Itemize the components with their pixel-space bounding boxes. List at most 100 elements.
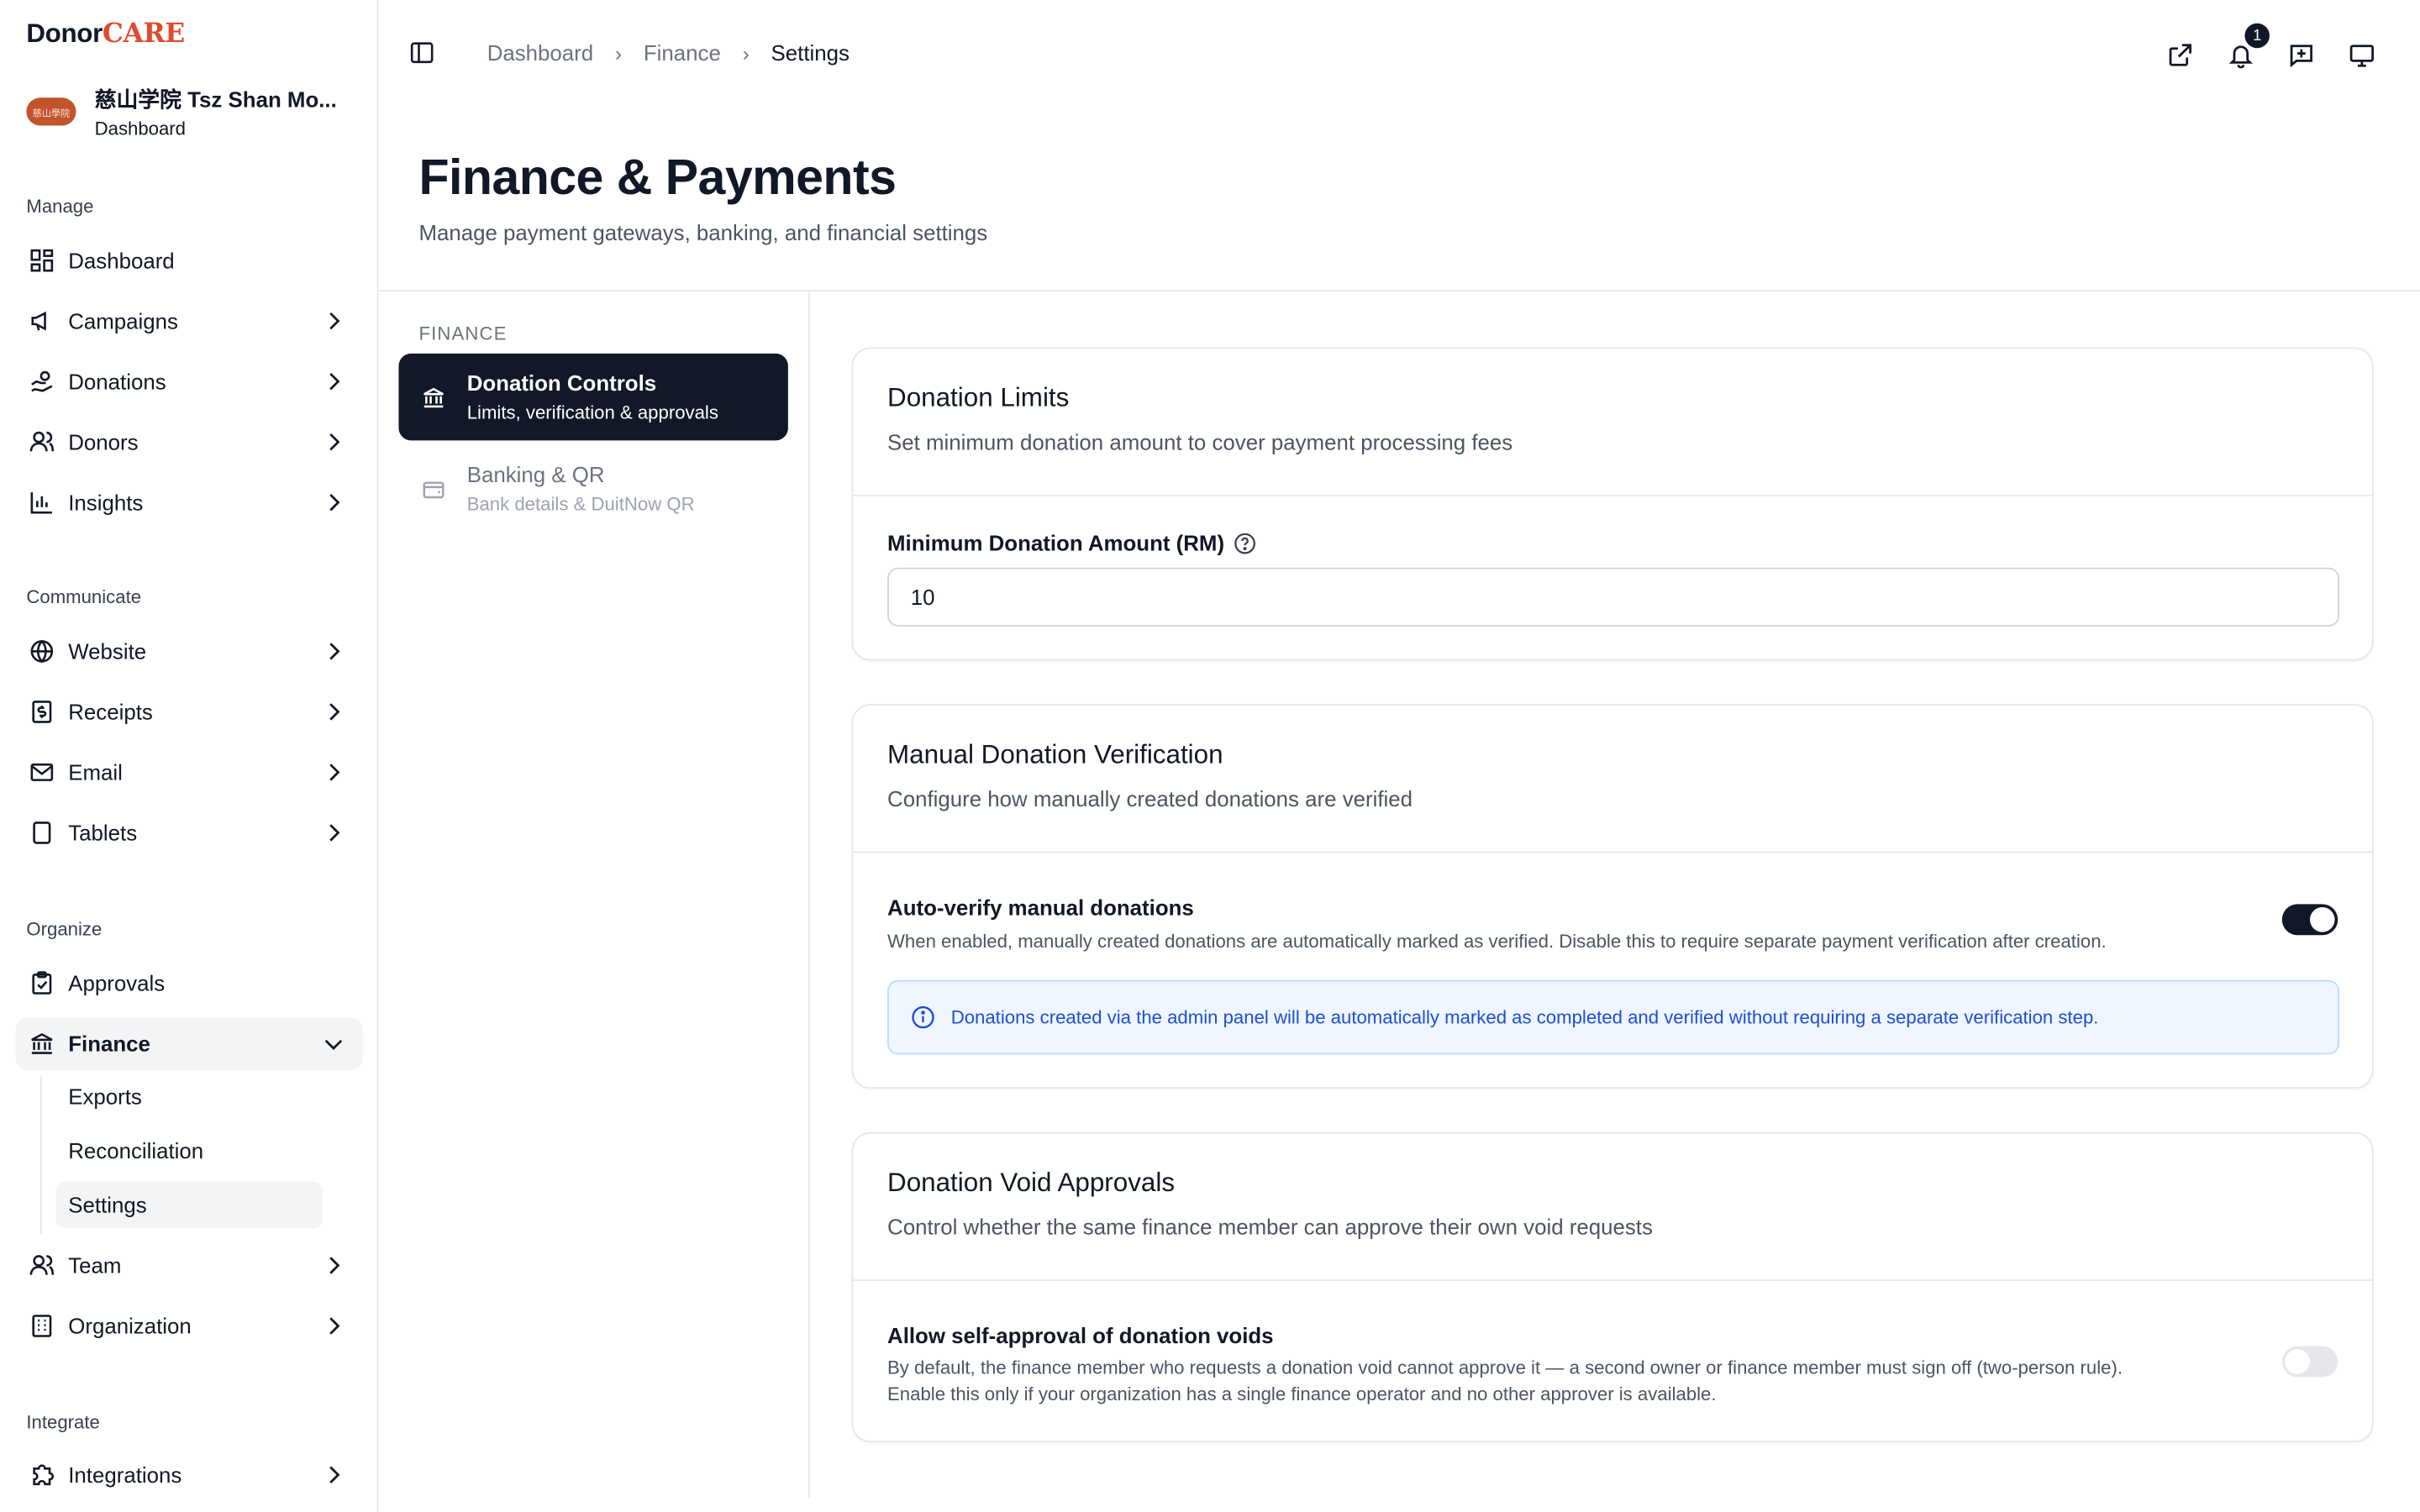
brand-name-part1: Donor (26, 18, 103, 49)
chevron-right-icon (323, 1464, 345, 1486)
message-plus-icon[interactable] (2285, 39, 2316, 70)
sidebar-subitem-exports[interactable]: Exports (55, 1074, 323, 1120)
card-divider (853, 494, 2372, 496)
min-donation-input[interactable]: 10 (887, 567, 2340, 627)
settings-nav-banking-qr[interactable]: Banking & QR Bank details & DuitNow QR (398, 445, 787, 532)
void-approvals-card: Donation Void Approvals Control whether … (851, 1131, 2374, 1442)
min-donation-label-text: Minimum Donation Amount (RM) (887, 530, 1225, 555)
info-text: Donations created via the admin panel wi… (950, 1006, 2099, 1029)
chevron-right-icon (323, 491, 345, 513)
sidebar-item-label: Dashboard (68, 248, 175, 273)
card-title: Donation Limits (887, 383, 1070, 413)
sidebar-item-dashboard[interactable]: Dashboard (15, 234, 363, 287)
sidebar-item-donations[interactable]: Donations (15, 355, 363, 408)
toggle-knob (2309, 907, 2335, 932)
chevron-right-icon (323, 822, 345, 843)
sidebar-item-integrations[interactable]: Integrations (15, 1448, 363, 1501)
settings-nav: FINANCE Donation Controls Limits, verifi… (378, 291, 810, 1499)
sidebar-subitem-reconciliation[interactable]: Reconciliation (55, 1127, 323, 1173)
settings-nav-item-subtitle: Limits, verification & approvals (466, 402, 718, 424)
page-subtitle: Manage payment gateways, banking, and fi… (418, 220, 988, 245)
breadcrumb-dashboard[interactable]: Dashboard (487, 40, 593, 66)
auto-verify-info-alert: Donations created via the admin panel wi… (887, 979, 2340, 1055)
chevron-right-icon (323, 1255, 345, 1277)
sidebar: DonorCARE 慈山學院 慈山学院 Tsz Shan Mo... Dashb… (0, 0, 379, 1512)
org-name: 慈山学院 Tsz Shan Mo... (94, 87, 337, 112)
page-title: Finance & Payments (418, 149, 897, 205)
breadcrumb-separator-icon: › (742, 40, 750, 65)
self-approval-toggle[interactable] (2281, 1346, 2338, 1378)
settings-nav-donation-controls[interactable]: Donation Controls Limits, verification &… (398, 353, 788, 441)
card-divider (853, 1279, 2372, 1281)
toggle-knob (2285, 1349, 2310, 1374)
org-logo: 慈山學院 (26, 97, 76, 126)
donation-limits-card: Donation Limits Set minimum donation amo… (851, 347, 2374, 661)
section-label-communicate: Communicate (26, 585, 142, 608)
sidebar-item-label: Tablets (68, 820, 138, 846)
bank-icon (28, 1030, 55, 1058)
card-description: Set minimum donation amount to cover pay… (887, 429, 1513, 454)
sidebar-item-label: Insights (68, 490, 144, 515)
help-circle-icon[interactable] (1234, 531, 1257, 554)
notification-badge: 1 (2244, 23, 2270, 49)
breadcrumb-current: Settings (771, 40, 850, 66)
sidebar-item-organization[interactable]: Organization (15, 1299, 363, 1352)
self-approval-description-line2: Enable this only if your organization ha… (887, 1383, 1717, 1405)
tablet-icon (28, 819, 55, 847)
sidebar-item-campaigns[interactable]: Campaigns (15, 295, 363, 348)
hand-coins-icon (28, 368, 55, 396)
sidebar-item-label: Campaigns (68, 308, 178, 333)
bar-chart-icon (28, 489, 55, 517)
top-bar: Dashboard › Finance › Settings 1 (378, 0, 2420, 108)
sidebar-item-tablets[interactable]: Tablets (15, 806, 363, 859)
monitor-icon[interactable] (2345, 39, 2376, 70)
clipboard-check-icon (28, 969, 55, 997)
self-approval-description-line1: By default, the finance member who reque… (887, 1357, 2123, 1379)
section-label-organize: Organize (26, 917, 103, 940)
sidebar-item-label: Team (68, 1252, 122, 1278)
brand-logo[interactable]: DonorCARE (26, 18, 185, 50)
sidebar-item-team[interactable]: Team (15, 1239, 363, 1292)
min-donation-label: Minimum Donation Amount (RM) (887, 530, 1257, 555)
sidebar-subitem-settings[interactable]: Settings (55, 1181, 324, 1229)
org-subtitle: Dashboard (94, 118, 187, 140)
card-title: Manual Donation Verification (887, 739, 1223, 769)
section-label-manage: Manage (26, 195, 94, 218)
sidebar-item-insights[interactable]: Insights (15, 476, 363, 529)
chevron-right-icon (323, 761, 345, 783)
org-switcher[interactable]: 慈山學院 慈山学院 Tsz Shan Mo... Dashboard (26, 81, 360, 143)
sidebar-item-email[interactable]: Email (15, 746, 363, 799)
users-icon (28, 428, 55, 456)
globe-icon (28, 638, 55, 665)
bell-icon[interactable]: 1 (2224, 23, 2270, 70)
mail-icon (28, 759, 55, 786)
chevron-right-icon (323, 701, 345, 722)
sidebar-item-label: Website (68, 638, 147, 664)
bank-icon (420, 385, 445, 410)
auto-verify-description: When enabled, manually created donations… (887, 930, 2107, 953)
sidebar-item-label: Finance (68, 1031, 150, 1057)
sidebar-item-website[interactable]: Website (15, 625, 363, 678)
sidebar-item-label: Email (68, 759, 123, 785)
external-link-icon[interactable] (2164, 39, 2195, 70)
brand-name-part2: CARE (102, 18, 185, 50)
sidebar-item-label: Donors (68, 429, 139, 454)
sidebar-item-approvals[interactable]: Approvals (15, 957, 363, 1010)
sidebar-item-label: Donations (68, 369, 166, 394)
dashboard-grid-icon (28, 247, 55, 275)
sidebar-item-label: Receipts (68, 699, 153, 725)
chevron-right-icon (323, 370, 345, 392)
building-icon (28, 1312, 55, 1340)
sidebar-toggle-icon[interactable] (409, 40, 434, 66)
card-description: Configure how manually created donations… (887, 786, 1413, 811)
auto-verify-toggle[interactable] (2281, 904, 2338, 936)
receipt-icon (28, 698, 55, 726)
chevron-right-icon (323, 310, 345, 332)
sidebar-item-finance[interactable]: Finance (15, 1017, 364, 1070)
sidebar-item-donors[interactable]: Donors (15, 416, 363, 469)
breadcrumb: Dashboard › Finance › Settings (487, 40, 850, 66)
breadcrumb-finance[interactable]: Finance (644, 40, 721, 66)
sidebar-item-receipts[interactable]: Receipts (15, 685, 363, 738)
card-title: Donation Void Approvals (887, 1168, 1176, 1198)
self-approval-title: Allow self-approval of donation voids (887, 1322, 1274, 1348)
